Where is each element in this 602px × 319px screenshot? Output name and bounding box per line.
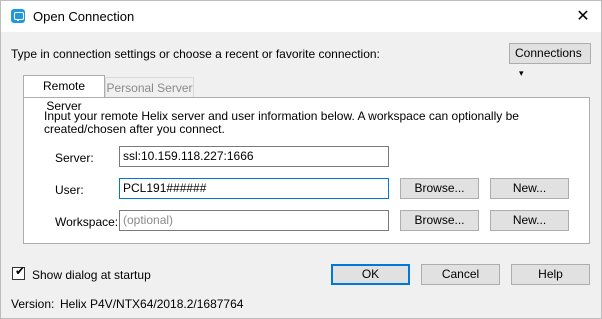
user-label: User:: [55, 183, 84, 197]
helix-app-icon: [11, 9, 25, 23]
version-value: Helix P4V/NTX64/2018.2/1687764: [60, 297, 244, 311]
connections-button-label: Connections: [515, 46, 582, 60]
tab-personal-server-label: Personal Server: [106, 81, 193, 95]
window-title: Open Connection: [33, 9, 135, 24]
help-button[interactable]: Help: [511, 264, 590, 285]
workspace-browse-button[interactable]: Browse...: [400, 210, 479, 231]
ok-button[interactable]: OK: [331, 264, 410, 285]
server-label: Server:: [55, 151, 94, 165]
tab-remote-server-label: Remote Server: [42, 79, 86, 113]
checkmark-icon: ✔: [15, 264, 26, 278]
user-field[interactable]: PCL191######: [119, 178, 389, 199]
workspace-label: Workspace:: [55, 215, 119, 229]
version-label: Version:: [11, 297, 55, 311]
intro-text: Type in connection settings or choose a …: [11, 47, 380, 61]
user-browse-button[interactable]: Browse...: [400, 178, 479, 199]
server-field[interactable]: ssl:10.159.118.227:1666: [119, 146, 389, 167]
connections-button[interactable]: Connections ▾: [509, 43, 591, 78]
cancel-button[interactable]: Cancel: [421, 264, 500, 285]
panel-description: Input your remote Helix server and user …: [44, 109, 519, 136]
workspace-field[interactable]: (optional): [119, 210, 389, 231]
workspace-placeholder: (optional): [123, 213, 174, 227]
close-icon[interactable]: ✕: [573, 7, 593, 27]
chevron-down-icon: ▾: [519, 68, 524, 78]
show-dialog-label: Show dialog at startup: [32, 268, 151, 282]
open-connection-dialog: Open Connection ✕ Type in connection set…: [0, 0, 602, 319]
tab-personal-server[interactable]: Personal Server: [105, 77, 194, 97]
workspace-new-button[interactable]: New...: [490, 210, 569, 231]
title-bar: Open Connection ✕: [1, 1, 601, 32]
tab-remote-server[interactable]: Remote Server: [23, 75, 105, 113]
show-dialog-checkbox[interactable]: ✔: [12, 264, 26, 280]
user-new-button[interactable]: New...: [490, 178, 569, 199]
